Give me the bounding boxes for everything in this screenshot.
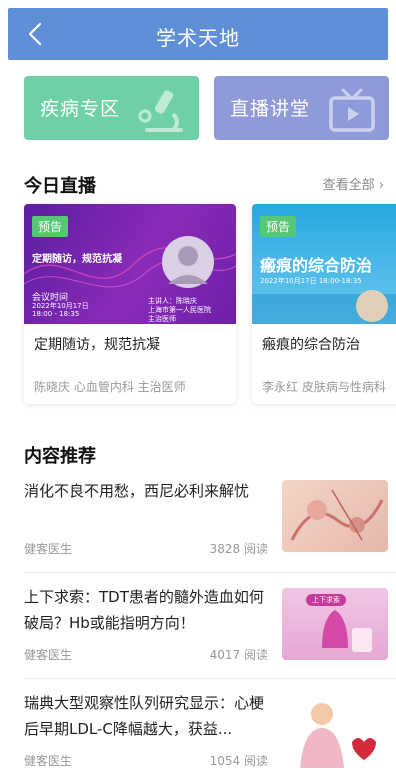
live-card[interactable]: 预告 定期随访，规范抗凝 会议时间 2022年10月17日 18:00 - 18… xyxy=(24,204,236,404)
live-title: 定期随访，规范抗凝 xyxy=(34,337,160,353)
live-lecture-card[interactable]: 直播讲堂 xyxy=(214,76,389,140)
article-thumbnail xyxy=(282,698,388,770)
article-read-count: 3828 阅读 xyxy=(209,542,268,556)
live-card[interactable]: 预告 瘢痕的综合防治 2022年10月17日 18:00-18:35 瘢痕的综合… xyxy=(252,204,396,404)
live-lecture-label: 直播讲堂 xyxy=(230,98,311,120)
recommend-heading: 内容推荐 xyxy=(24,446,96,467)
live-speaker-meta: 陈晓庆 心血管内科 主治医师 xyxy=(34,380,186,394)
article-title: 瑞典大型观察性队列研究显示：心梗后早期LDL-C降幅越大，获益... xyxy=(24,694,265,738)
page-title: 学术天地 xyxy=(156,26,240,50)
poster-role: 主治医师 xyxy=(148,315,176,323)
preview-badge: 预告 xyxy=(260,216,297,237)
article-author: 健客医生 xyxy=(24,648,73,662)
preview-badge: 预告 xyxy=(32,216,69,237)
article-read-count: 1054 阅读 xyxy=(209,754,268,768)
article-author: 健客医生 xyxy=(24,542,73,556)
heart-patient-illustration xyxy=(300,703,376,768)
poster-headline: 瘢痕的综合防治 xyxy=(260,256,373,275)
see-all-link[interactable]: 查看全部 › xyxy=(323,174,384,193)
live-speaker-meta: 李永红 皮肤病与性病科 xyxy=(262,380,386,394)
article-item[interactable]: 消化不良不用愁，西尼必利来解忧 健客医生 3828 阅读 xyxy=(24,478,396,564)
article-title: 消化不良不用愁，西尼必利来解忧 xyxy=(24,482,250,500)
today-live-heading: 今日直播 xyxy=(24,176,96,197)
divider xyxy=(24,678,396,679)
article-read-count: 4017 阅读 xyxy=(209,648,268,662)
article-thumbnail: 上下求索 xyxy=(282,588,388,660)
article-thumbnail xyxy=(282,480,388,552)
poster-date: 2022年10月17日 18:00-18:35 xyxy=(260,277,362,285)
drop-illustration xyxy=(322,610,372,652)
article-title: 上下求索：TDT患者的髓外造血如何破局？Hb或能指明方向！ xyxy=(24,588,264,632)
disease-zone-label: 疾病专区 xyxy=(40,98,121,120)
poster-headline: 定期随访，规范抗凝 xyxy=(32,254,122,265)
article-author: 健客医生 xyxy=(24,754,73,768)
article-item[interactable]: 上下求索：TDT患者的髓外造血如何破局？Hb或能指明方向！ 健客医生 4017 … xyxy=(24,584,396,670)
disease-zone-card[interactable]: 疾病专区 xyxy=(24,76,199,140)
live-title: 瘢痕的综合防治 xyxy=(262,337,360,353)
top-nav-bar: 学术天地 xyxy=(8,8,388,60)
live-poster-image: 预告 定期随访，规范抗凝 会议时间 2022年10月17日 18:00 - 18… xyxy=(24,204,236,324)
tv-play-icon xyxy=(329,88,375,132)
microscope-icon xyxy=(138,90,183,132)
digestion-illustration xyxy=(290,489,384,541)
poster-hours: 18:00 - 18:35 xyxy=(32,310,80,318)
live-poster-image: 预告 瘢痕的综合防治 2022年10月17日 18:00-18:35 xyxy=(252,204,396,324)
divider xyxy=(24,572,396,573)
article-item[interactable]: 瑞典大型观察性队列研究显示：心梗后早期LDL-C降幅越大，获益... 健客医生 … xyxy=(24,690,396,776)
